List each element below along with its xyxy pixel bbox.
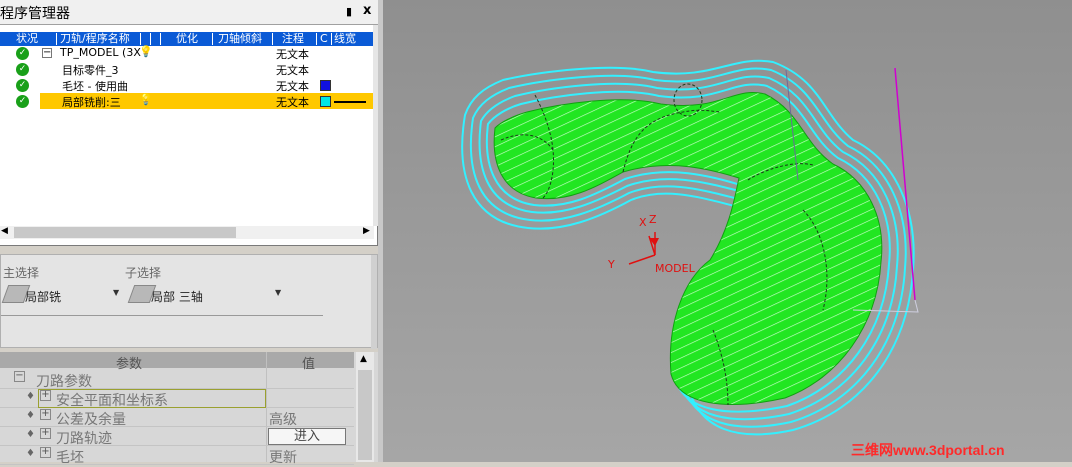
axis-z-label: Z [649, 213, 657, 226]
panel-title-bar: 程序管理器 ▮ x [0, 0, 378, 25]
check-icon: ✓ [16, 63, 29, 76]
pin-icon: ♦ [26, 391, 35, 402]
param-row[interactable]: ♦ + 公差及余量 高级 [0, 408, 354, 429]
selection-panel: 主选择 局部铣 ▼ 子选择 局部 三轴 ▼ [0, 254, 378, 349]
panel-edge [371, 255, 377, 349]
col-linewidth[interactable]: 线宽 [334, 32, 356, 46]
row-comment: 无文本 [276, 80, 309, 93]
sub-select-value[interactable]: 局部 三轴 [151, 288, 203, 305]
parameter-header: 参数 值 [0, 352, 354, 372]
horizontal-scrollbar[interactable]: ◀ ▶ [0, 226, 374, 239]
model-coordinate-triad [628, 232, 659, 265]
row-name: 局部铣削:三 [62, 96, 121, 109]
scroll-right-icon[interactable]: ▶ [363, 226, 370, 236]
row-name: 毛坯 - 使用曲 [62, 80, 128, 93]
expand-icon[interactable]: + [40, 428, 51, 439]
pin-icon: ♦ [26, 448, 35, 459]
main-select-label: 主选择 [3, 266, 40, 280]
pin-icon: ♦ [26, 429, 35, 440]
enter-button[interactable]: 进入 [268, 428, 346, 445]
focus-rectangle [38, 389, 266, 408]
machined-surface [493, 92, 883, 405]
expand-icon[interactable]: + [40, 447, 51, 458]
row-name: 目标零件_3 [62, 64, 119, 77]
divider [1, 315, 323, 316]
model-view: X Z Y MODEL [461, 59, 919, 436]
sub-select-label: 子选择 [125, 266, 162, 280]
col-optimize[interactable]: 优化 [176, 32, 198, 46]
param-row[interactable]: − 刀路参数 [0, 370, 354, 390]
bulb-icon[interactable]: 💡 [139, 93, 153, 106]
scroll-left-icon[interactable]: ◀ [1, 226, 8, 236]
param-value[interactable]: 高级 [269, 409, 297, 429]
check-icon: ✓ [16, 79, 29, 92]
param-label: 毛坯 [56, 450, 84, 466]
param-row[interactable]: ♦ + 毛坯 更新 [0, 446, 354, 467]
col-color[interactable]: C [320, 32, 328, 46]
check-icon: ✓ [16, 47, 29, 60]
expand-icon[interactable]: + [40, 409, 51, 420]
param-label: 刀路参数 [36, 374, 92, 390]
program-row-local-mill-content: ✓ 局部铣削:三 💡 无文本 [0, 93, 374, 109]
scroll-thumb[interactable] [358, 370, 372, 460]
column-header: 状况 刀轨/程序名称 优化 刀轴倾斜 注程 C 线宽 [0, 32, 374, 46]
col-comment[interactable]: 注程 [282, 32, 304, 46]
row-comment: 无文本 [276, 64, 309, 77]
axis-y-label: Y [607, 258, 615, 271]
close-icon[interactable]: x [363, 3, 371, 18]
color-swatch[interactable] [320, 80, 331, 91]
parameter-grid: 参数 值 − 刀路参数 ♦ + 安全平面和坐标系 ♦ + 公差及余量 高级 ♦ … [0, 352, 378, 467]
axis-x-label: X [639, 216, 647, 229]
graphics-viewport[interactable]: X Z Y MODEL [383, 0, 1072, 462]
color-swatch[interactable] [320, 96, 331, 107]
row-name: TP_MODEL (3X [60, 46, 141, 59]
param-label: 刀路轨迹 [56, 431, 112, 447]
pin-icon[interactable]: ▮ [346, 5, 352, 18]
panel-title: 程序管理器 [0, 6, 70, 22]
collapse-icon[interactable]: − [14, 371, 25, 382]
param-value[interactable]: 更新 [269, 447, 297, 467]
pin-icon: ♦ [26, 410, 35, 421]
watermark: 三维网www.3dportal.cn [851, 442, 1005, 458]
param-label: 公差及余量 [56, 412, 126, 428]
bulb-icon[interactable]: 💡 [139, 45, 153, 58]
program-row-model[interactable]: ✓ − TP_MODEL (3X 💡 无文本 [0, 45, 374, 61]
check-icon: ✓ [16, 95, 29, 108]
linewidth-sample [334, 101, 366, 103]
vertical-scrollbar[interactable]: ▲ [356, 352, 374, 462]
program-row-target[interactable]: ✓ 目标零件_3 无文本 [0, 61, 374, 77]
coordinate-label: MODEL [655, 262, 696, 275]
col-status[interactable]: 状况 [16, 32, 38, 46]
collapse-icon[interactable]: − [42, 48, 52, 58]
main-select-value[interactable]: 局部铣 [25, 288, 61, 305]
col-tilt[interactable]: 刀轴倾斜 [218, 32, 262, 46]
scroll-thumb[interactable] [14, 227, 236, 238]
row-comment: 无文本 [276, 96, 309, 109]
program-row-stock[interactable]: ✓ 毛坯 - 使用曲 无文本 [0, 77, 374, 93]
row-comment: 无文本 [276, 48, 309, 61]
scroll-up-icon[interactable]: ▲ [360, 354, 367, 364]
col-name[interactable]: 刀轨/程序名称 [60, 32, 130, 46]
program-manager-panel: 程序管理器 ▮ x 状况 刀轨/程序名称 优化 刀轴倾斜 注程 C 线宽 ✓ −… [0, 0, 378, 246]
dropdown-arrow-icon[interactable]: ▼ [113, 288, 119, 297]
dropdown-arrow-icon[interactable]: ▼ [275, 288, 281, 297]
